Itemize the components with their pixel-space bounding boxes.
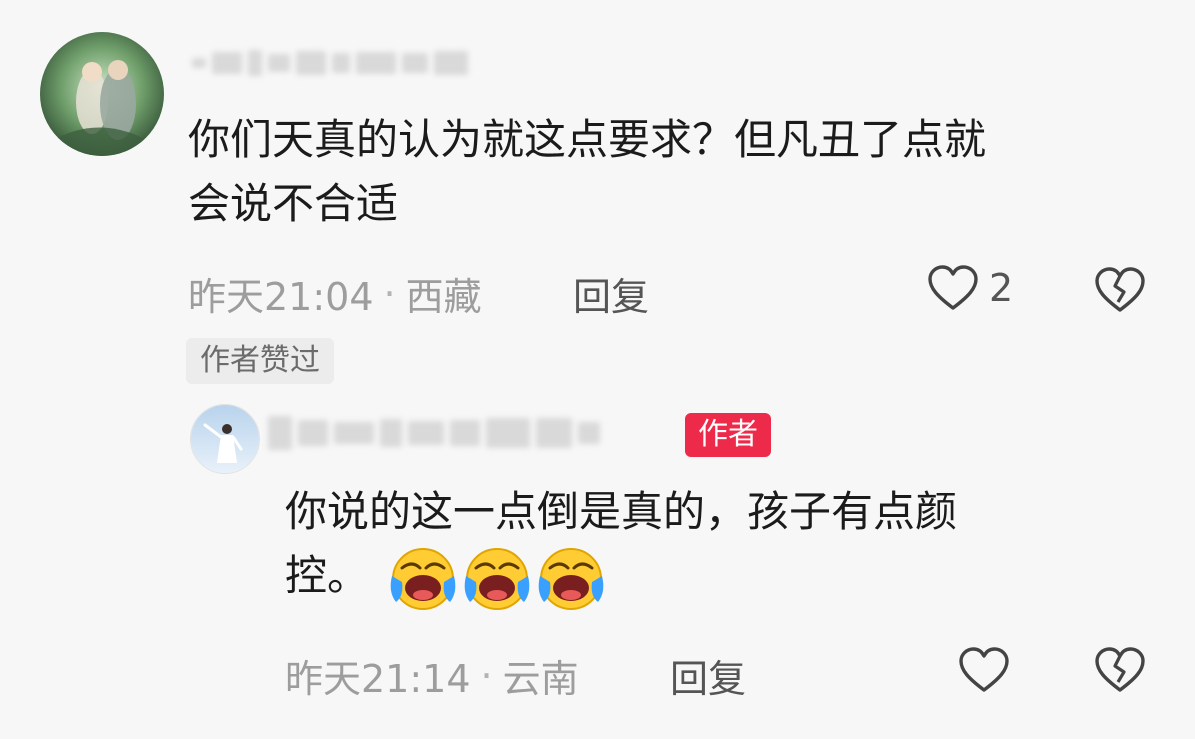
heart-icon	[928, 265, 978, 310]
laughing-crying-face-icon	[465, 547, 530, 610]
comment-time: 昨天21:04	[188, 275, 374, 319]
reply-text-line: 你说的这一点倒是真的，孩子有点颜	[285, 487, 958, 536]
like-count: 2	[989, 266, 1014, 310]
dislike-button[interactable]	[1094, 266, 1146, 318]
reply-meta: 昨天21:14 · 云南	[285, 648, 579, 703]
author-badge: 作者	[685, 413, 771, 457]
reply-dislike-button[interactable]	[1094, 646, 1146, 698]
commenter-avatar[interactable]	[40, 32, 164, 156]
reply-time: 昨天21:14	[285, 657, 471, 701]
comment-text-line: 会说不合适	[188, 179, 399, 228]
broken-heart-icon	[1095, 647, 1145, 692]
comment-location: 西藏	[405, 275, 482, 319]
reply-text-line-2: 控。	[285, 544, 1165, 612]
comment-text-line: 你们天真的认为就这点要求？但凡丑了点就	[188, 115, 987, 164]
author-liked-tag: 作者赞过	[186, 338, 334, 384]
emoji-group	[388, 546, 606, 612]
meta-separator: ·	[480, 653, 493, 698]
reply-username-redacted[interactable]	[268, 416, 600, 450]
meta-separator: ·	[383, 271, 396, 316]
reply-author-avatar[interactable]	[190, 404, 260, 474]
reply-reply-button[interactable]: 回复	[670, 648, 746, 703]
reply-location: 云南	[502, 657, 579, 701]
laughing-crying-face-icon	[391, 547, 456, 610]
comment-meta: 昨天21:04 · 西藏	[188, 266, 482, 321]
laughing-crying-face-icon	[539, 547, 604, 610]
reply-like-button[interactable]	[958, 646, 1010, 694]
like-button[interactable]: 2	[927, 264, 1013, 312]
reply-button[interactable]: 回复	[573, 266, 649, 321]
comment-text: 你们天真的认为就这点要求？但凡丑了点就 会说不合适	[188, 108, 1168, 236]
commenter-username-redacted[interactable]	[192, 50, 468, 76]
broken-heart-icon	[1095, 267, 1145, 312]
reply-text: 你说的这一点倒是真的，孩子有点颜 控。	[285, 480, 1165, 612]
heart-icon	[959, 647, 1009, 692]
reply-text-line: 控。	[285, 551, 370, 600]
